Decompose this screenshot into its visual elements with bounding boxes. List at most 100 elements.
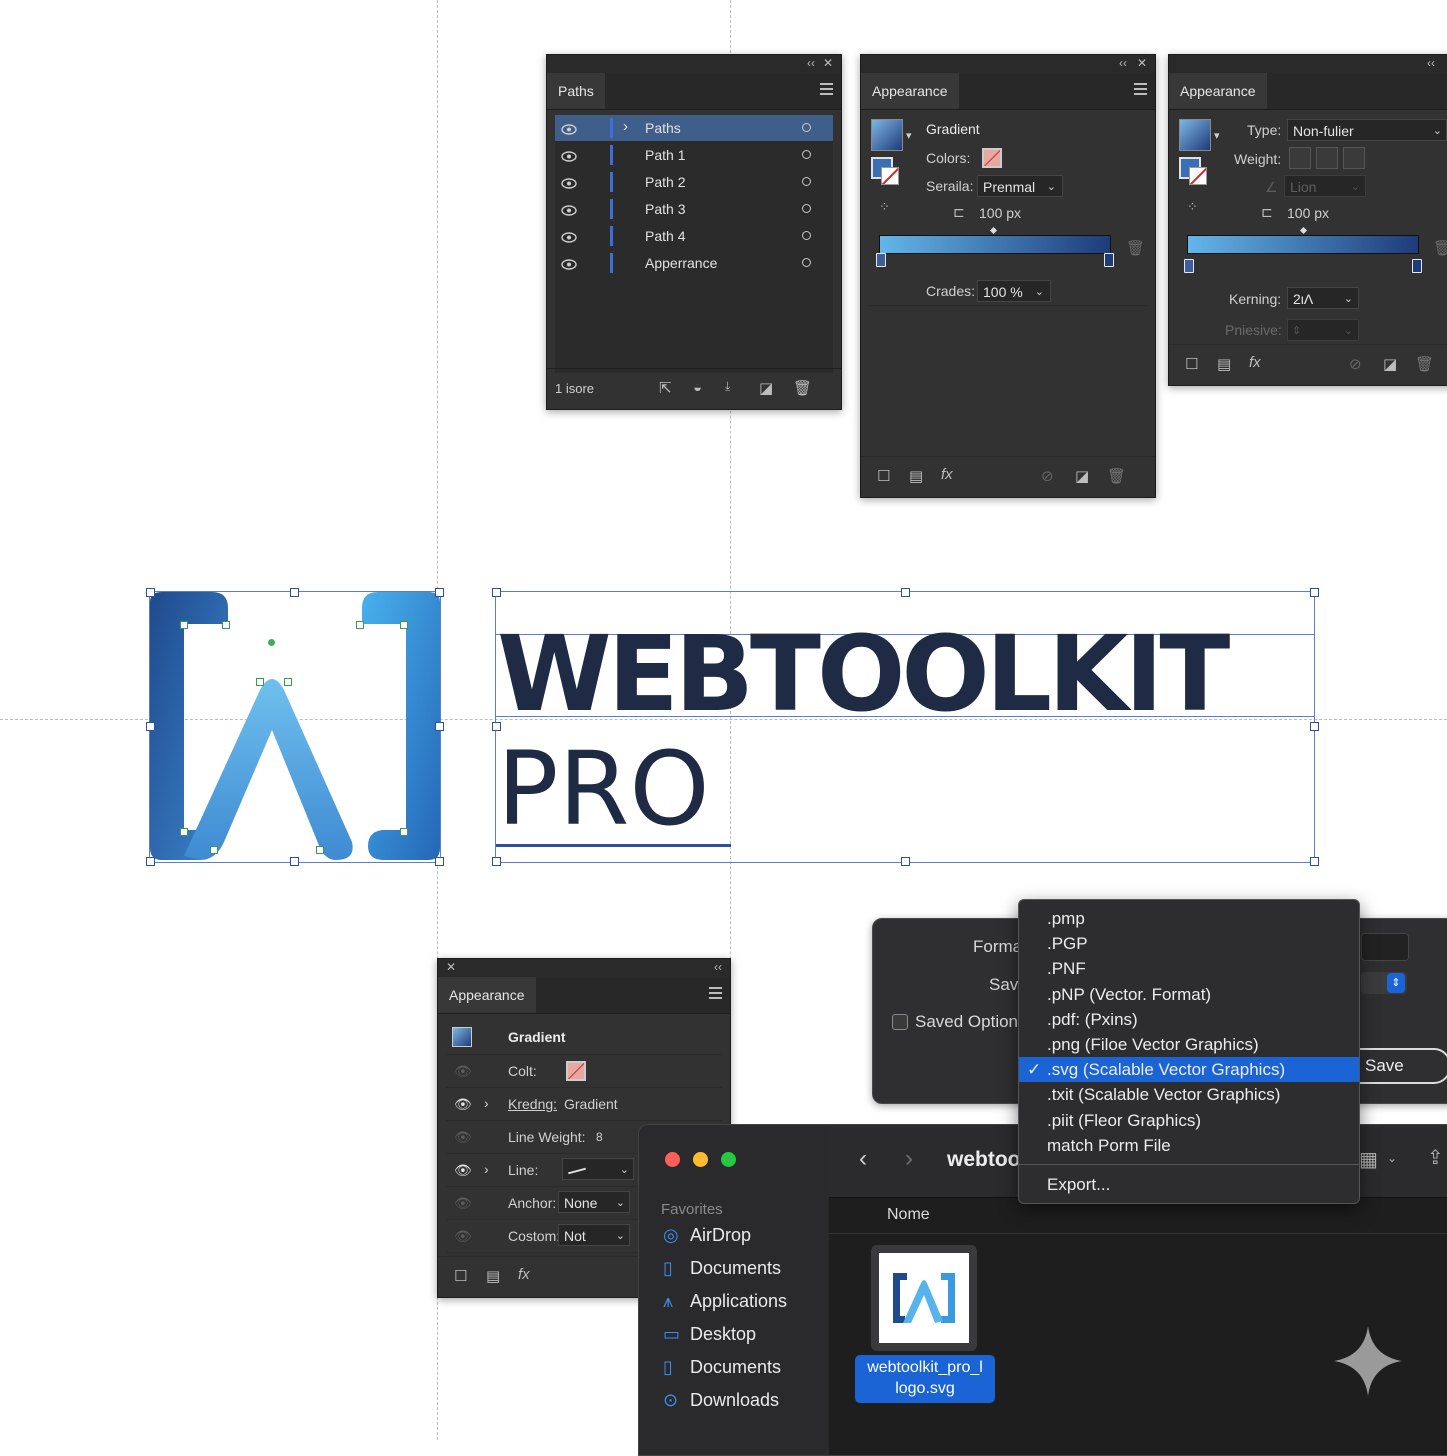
sidebar-item[interactable]: ⊙ Downloads xyxy=(663,1390,779,1411)
costom-select[interactable]: Not ⌄ xyxy=(558,1224,630,1246)
expand-chevron-icon[interactable]: › xyxy=(623,118,628,135)
format-option[interactable]: .pdf: (Pxins) xyxy=(1019,1007,1359,1032)
anchor-select[interactable]: None ⌄ xyxy=(558,1191,630,1213)
format-option[interactable]: .txit (Scalable Vector Graphics) xyxy=(1019,1082,1359,1107)
subtitle-underline-path[interactable] xyxy=(496,844,731,847)
resize-handle[interactable] xyxy=(1310,857,1319,866)
chevron-down-icon[interactable]: ▾ xyxy=(1214,129,1220,142)
collapse-icon[interactable]: ‹‹ xyxy=(714,960,722,974)
format-option[interactable]: match Porm File xyxy=(1019,1133,1359,1158)
color-swatch-icon[interactable] xyxy=(982,148,1002,168)
tab-appearance[interactable]: Appearance xyxy=(1169,73,1267,109)
line-weight-value[interactable]: 8 xyxy=(596,1130,603,1144)
anchor-point[interactable] xyxy=(356,621,364,629)
target-circle-icon[interactable] xyxy=(802,150,811,159)
eye-icon[interactable] xyxy=(561,257,577,273)
add-stroke-icon[interactable]: ☐ xyxy=(454,1267,467,1285)
resize-handle[interactable] xyxy=(290,857,299,866)
seraila-select[interactable]: Prenmal ⌄ xyxy=(977,175,1063,197)
panel-menu-icon[interactable] xyxy=(709,987,722,999)
resize-handle[interactable] xyxy=(146,722,155,731)
resize-handle[interactable] xyxy=(901,857,910,866)
fx-icon[interactable]: fx xyxy=(518,1266,530,1283)
eye-icon[interactable]: 👁 xyxy=(454,1096,472,1113)
resize-handle[interactable] xyxy=(435,857,444,866)
anchor-point[interactable] xyxy=(400,621,408,629)
format-option[interactable]: .PNF xyxy=(1019,956,1359,981)
eye-icon[interactable]: 👁 xyxy=(454,1195,472,1212)
format-option[interactable]: .PGP xyxy=(1019,931,1359,956)
collapse-icon[interactable]: ‹‹ xyxy=(1427,56,1435,70)
color-swatch-icon[interactable] xyxy=(566,1061,586,1081)
resize-handle[interactable] xyxy=(492,857,501,866)
back-button[interactable]: ‹ xyxy=(859,1145,867,1173)
save-select[interactable]: ⇕ xyxy=(1361,972,1407,994)
panel-menu-icon[interactable] xyxy=(1134,83,1147,95)
chevron-down-icon[interactable]: ▾ xyxy=(906,129,912,142)
trash-icon[interactable]: 🗑 xyxy=(1107,467,1126,485)
eye-icon[interactable] xyxy=(561,230,577,246)
anchor-point[interactable] xyxy=(210,846,218,854)
format-option[interactable]: .png (Filoe Vector Graphics) xyxy=(1019,1032,1359,1057)
midpoint-diamond[interactable] xyxy=(989,226,998,235)
trash-icon[interactable]: 🗑 xyxy=(1415,355,1434,373)
center-point[interactable] xyxy=(268,639,275,646)
eye-icon[interactable] xyxy=(561,149,577,165)
gradient-row[interactable]: Gradient xyxy=(446,1021,722,1055)
sidebar-item[interactable]: ◎ AirDrop xyxy=(663,1225,751,1246)
sublayer-icon[interactable]: ⤓ xyxy=(725,379,730,394)
format-option[interactable]: .pNP (Vector. Format) xyxy=(1019,982,1359,1007)
logo-mark-bounding-box[interactable] xyxy=(149,591,441,863)
file-thumbnail[interactable] xyxy=(871,1245,977,1351)
fill-swatch[interactable] xyxy=(1179,119,1211,151)
kredng-row[interactable]: 👁 › Kredng: Gradient xyxy=(446,1087,722,1121)
delete-stop-icon[interactable]: 🗑 xyxy=(1126,239,1145,257)
chevron-down-icon[interactable]: ⌄ xyxy=(1387,1151,1397,1165)
add-stroke-icon[interactable]: ☐ xyxy=(877,467,890,485)
settings-dots-icon[interactable]: ⁘ xyxy=(1187,199,1198,215)
sidebar-item[interactable]: ▭ Desktop xyxy=(663,1324,756,1345)
resize-handle[interactable] xyxy=(435,588,444,597)
sidebar-item[interactable]: ▯ Documents xyxy=(663,1357,781,1378)
mask-icon[interactable]: ◒ xyxy=(693,379,702,396)
stepper-icon[interactable]: ⇕ xyxy=(1387,973,1405,993)
saved-options-checkbox[interactable] xyxy=(892,1014,908,1030)
name-column-header[interactable]: Nome xyxy=(887,1206,930,1224)
eye-icon[interactable] xyxy=(561,122,577,138)
line-style-select[interactable]: ⌄ xyxy=(562,1158,634,1180)
duplicate-icon[interactable]: ◪ xyxy=(1383,355,1397,373)
kerning-select[interactable]: 2ιΛ ⌄ xyxy=(1287,287,1359,309)
resize-handle[interactable] xyxy=(146,588,155,597)
anchor-point[interactable] xyxy=(400,828,408,836)
target-circle-icon[interactable] xyxy=(802,258,811,267)
none-swatch-icon[interactable] xyxy=(881,167,899,185)
close-icon[interactable]: ✕ xyxy=(446,960,456,974)
colt-row[interactable]: 👁 Colt: xyxy=(446,1054,722,1088)
anchor-point[interactable] xyxy=(284,678,292,686)
anchor-point[interactable] xyxy=(316,846,324,854)
export-menu-item[interactable]: Export... xyxy=(1019,1172,1359,1197)
add-stroke-icon[interactable]: ☐ xyxy=(1185,355,1198,373)
eye-icon[interactable] xyxy=(561,203,577,219)
clear-icon[interactable]: ⊘ xyxy=(1041,467,1054,485)
target-circle-icon[interactable] xyxy=(802,204,811,213)
expand-chevron-icon[interactable]: › xyxy=(484,1161,489,1177)
target-circle-icon[interactable] xyxy=(802,177,811,186)
anchor-point[interactable] xyxy=(256,678,264,686)
format-field[interactable] xyxy=(1361,933,1409,961)
settings-dots-icon[interactable]: ⁘ xyxy=(879,199,890,215)
eye-icon[interactable] xyxy=(561,176,577,192)
anchor-point[interactable] xyxy=(222,621,230,629)
format-option[interactable]: .piit (Fleor Graphics) xyxy=(1019,1108,1359,1133)
resize-handle[interactable] xyxy=(1310,722,1319,731)
resize-handle[interactable] xyxy=(290,588,299,597)
gradient-swatch[interactable] xyxy=(452,1027,472,1047)
resize-handle[interactable] xyxy=(435,722,444,731)
gradient-stop-left[interactable] xyxy=(876,253,886,267)
lion-select[interactable]: Lion ⌄ xyxy=(1284,175,1366,197)
format-option[interactable]: ✓ .svg (Scalable Vector Graphics) xyxy=(1019,1057,1359,1083)
minimize-window-button[interactable] xyxy=(693,1152,708,1167)
layer-row[interactable]: Apperrance xyxy=(555,250,833,277)
logo-wordmark[interactable]: WEBTOOLKIT xyxy=(497,622,1230,726)
eye-icon[interactable]: 👁 xyxy=(454,1162,472,1179)
